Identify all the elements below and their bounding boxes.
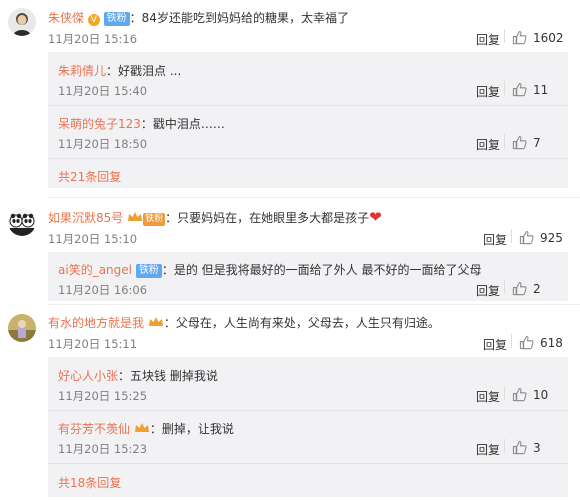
reply-button[interactable]: 回复 [483,336,507,353]
more-replies-link[interactable]: 共18条回复 [58,474,121,491]
like-button[interactable]: 2 [504,280,541,296]
reply-button[interactable]: 回复 [476,136,500,153]
subreply-text: ：戳中泪点…… [140,117,225,131]
subreply-time: 11月20日 16:06 [58,283,148,297]
fan-badge: 铁粉 [143,213,166,226]
like-count: 3 [533,440,541,455]
username-link[interactable]: 呆萌的兔子123 [58,117,141,131]
avatar[interactable] [8,208,36,236]
crown-icon [128,212,143,221]
fan-badge: 铁粉 [103,12,130,26]
like-button[interactable]: 7 [504,134,541,150]
like-button[interactable]: 925 [511,229,563,245]
reply-button[interactable]: 回复 [476,83,500,100]
subreply-body: 好心人小张：五块钱 删掉我说 [58,367,218,384]
thumb-up-icon [512,387,527,402]
username-link[interactable]: 如果沉默85号 [48,211,123,225]
subreply-time: 11月20日 15:23 [58,442,148,456]
like-count: 618 [540,335,563,350]
like-count: 11 [533,82,549,97]
subreply-list: 好心人小张：五块钱 删掉我说 11月20日 15:25 回复 10 有芬芳不羡仙… [48,357,568,497]
subreply-time: 11月20日 15:40 [58,84,148,98]
username-link[interactable]: 有水的地方就是我 [48,316,144,330]
comment-time: 11月20日 15:16 [48,32,138,46]
comment-text: ：只要妈妈在，在她眼里多大都是孩子 [165,211,370,225]
subreply-list: ai笑的_angel 铁粉 ：是的 但是我将最好的一面给了外人 最不好的一面给了父… [48,252,568,301]
like-button[interactable]: 11 [504,81,549,97]
comment-text: ：父母在，人生尚有来处，父母去，人生只有归途。 [163,316,440,330]
fan-badge: 铁粉 [135,264,162,278]
crown-icon [148,317,163,326]
comment-text: ：84岁还能吃到妈妈给的糖果，太幸福了 [129,11,349,25]
username-link[interactable]: 朱莉倩儿 [58,64,106,78]
like-count: 1602 [533,30,564,45]
subreply-text: ：删掉，让我说 [149,422,234,436]
divider [48,410,568,411]
comment-body: 如果沉默85号 铁粉 ：只要妈妈在，在她眼里多大都是孩子❤ [48,208,382,226]
divider [48,158,568,159]
subreply-text: ：好戳泪点 ... [106,64,182,78]
thumb-up-icon [519,230,534,245]
comment-time: 11月20日 15:10 [48,232,138,246]
username-link[interactable]: 有芬芳不羡仙 [58,422,130,436]
subreply-time: 11月20日 15:25 [58,389,148,403]
subreply-body: 朱莉倩儿：好戳泪点 ... [58,62,181,79]
reply-button[interactable]: 回复 [476,441,500,458]
subreply-body: 有芬芳不羡仙 ：删掉，让我说 [58,420,234,437]
crown-icon [134,423,149,432]
comment-body: 有水的地方就是我 ：父母在，人生尚有来处，父母去，人生只有归途。 [48,314,440,331]
like-button[interactable]: 618 [511,334,563,350]
username-link[interactable]: 好心人小张 [58,369,118,383]
thumb-up-icon [519,335,534,350]
reply-button[interactable]: 回复 [476,31,500,48]
username-link[interactable]: 朱侠傑 [48,11,84,25]
like-count: 925 [540,230,563,245]
comment-divider [48,197,580,198]
thumb-up-icon [512,30,527,45]
subreply-body: 呆萌的兔子123：戳中泪点…… [58,115,225,132]
avatar[interactable] [8,8,36,36]
like-count: 7 [533,135,541,150]
heart-icon: ❤ [369,208,382,226]
subreply-time: 11月20日 18:50 [58,137,148,151]
divider [48,105,568,106]
divider [48,463,568,464]
subreply-list: 朱莉倩儿：好戳泪点 ... 11月20日 15:40 回复 11 呆萌的兔子12… [48,52,568,188]
thumb-up-icon [512,281,527,296]
thumb-up-icon [512,440,527,455]
like-button[interactable]: 10 [504,386,549,402]
more-replies-link[interactable]: 共21条回复 [58,168,121,185]
subreply-text: ：是的 但是我将最好的一面给了外人 最不好的一面给了父母 [161,263,482,277]
comment-time: 11月20日 15:11 [48,337,138,351]
thumb-up-icon [512,82,527,97]
like-count: 10 [533,387,549,402]
reply-button[interactable]: 回复 [476,388,500,405]
username-link[interactable]: ai笑的_angel [58,263,132,277]
comment-divider [48,304,580,305]
thumb-up-icon [512,135,527,150]
separator [504,29,505,43]
comment-body: 朱侠傑 V 铁粉 ：84岁还能吃到妈妈给的糖果，太幸福了 [48,9,349,26]
like-count: 2 [533,281,541,296]
avatar[interactable] [8,314,36,342]
reply-button[interactable]: 回复 [476,282,500,299]
subreply-body: ai笑的_angel 铁粉 ：是的 但是我将最好的一面给了外人 最不好的一面给了父… [58,261,481,278]
like-button[interactable]: 1602 [504,29,564,45]
reply-button[interactable]: 回复 [483,231,507,248]
like-button[interactable]: 3 [504,439,541,455]
subreply-text: ：五块钱 删掉我说 [118,369,218,383]
verified-icon: V [87,14,100,26]
